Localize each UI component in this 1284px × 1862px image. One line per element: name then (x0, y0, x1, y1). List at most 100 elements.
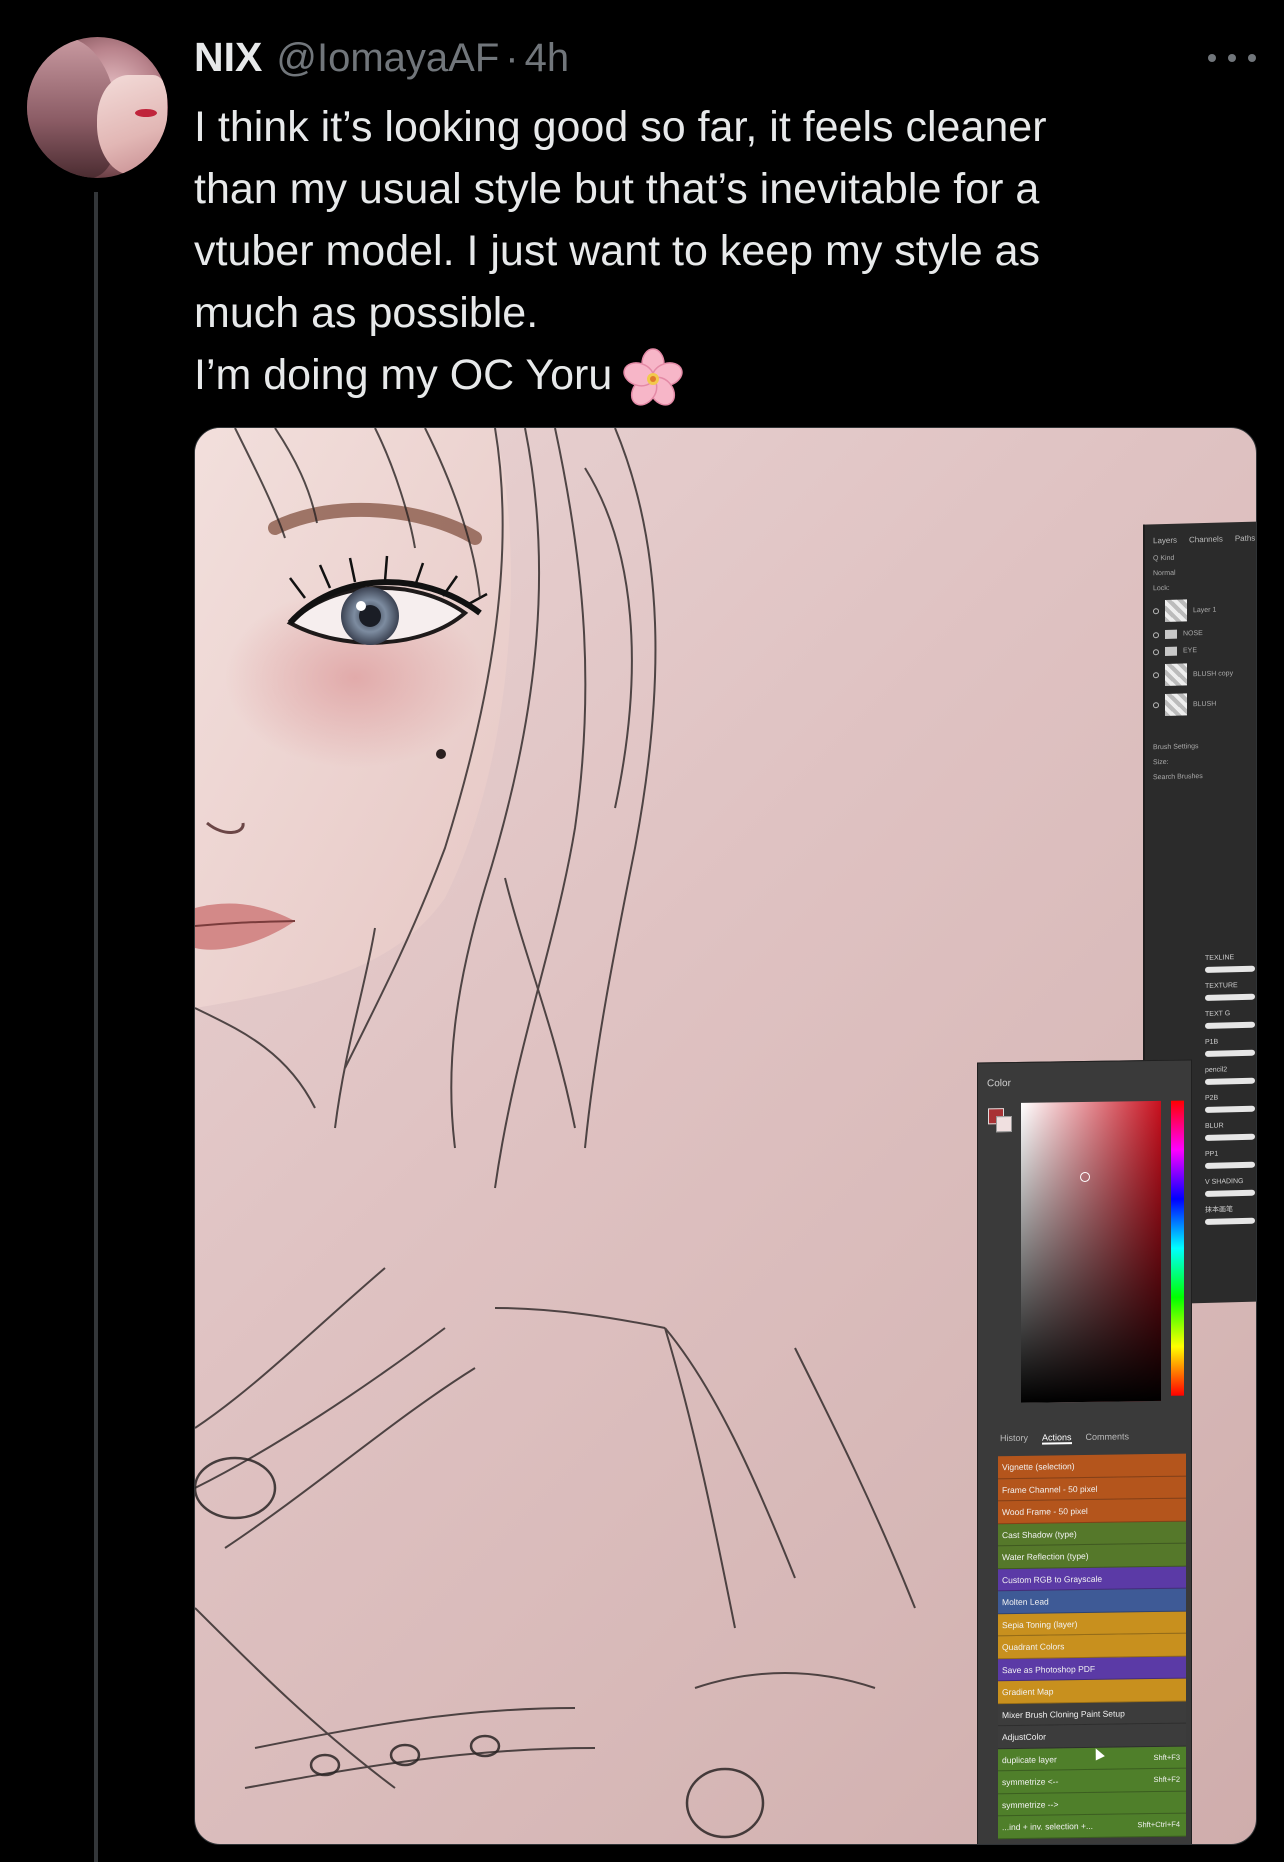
action-label: Vignette (selection) (1002, 1461, 1075, 1473)
separator-dot: · (505, 36, 519, 80)
mouse-cursor-icon (1091, 1746, 1105, 1760)
action-item[interactable]: Cast Shadow (type) (998, 1521, 1186, 1547)
action-label: ...ind + inv. selection +... (1002, 1820, 1094, 1833)
brush-stroke-preview (1205, 1105, 1255, 1113)
action-item[interactable]: Wood Frame - 50 pixel (998, 1498, 1186, 1524)
user-handle[interactable]: @IomayaAF (276, 36, 499, 81)
blend-mode-value: Normal (1153, 569, 1176, 578)
brush-item[interactable]: pencil2 (1205, 1063, 1256, 1093)
layers-tabs: Layers Channels Paths (1145, 521, 1256, 551)
layer-row[interactable]: BLUSH (1145, 687, 1256, 720)
action-item[interactable]: Mixer Brush Cloning Paint Setup (998, 1701, 1186, 1727)
action-shortcut: Shft+F2 (1153, 1774, 1180, 1785)
action-item[interactable]: Vignette (selection) (998, 1453, 1186, 1479)
layer-row[interactable]: BLUSH copy (1145, 657, 1256, 690)
tab-comments[interactable]: Comments (1086, 1431, 1130, 1444)
brush-item[interactable]: 抹本画笔 (1205, 1203, 1256, 1233)
tweet-text-line: much as possible. (194, 289, 539, 337)
action-label: symmetrize --> (1002, 1798, 1059, 1810)
tab-paths[interactable]: Paths (1235, 534, 1255, 544)
action-label: Frame Channel - 50 pixel (1002, 1483, 1098, 1495)
visibility-icon[interactable] (1153, 702, 1159, 709)
brush-settings-label: Brush Settings (1153, 743, 1199, 752)
tweet-text-line: than my usual style but that’s inevitabl… (194, 165, 1040, 213)
layer-name: BLUSH (1193, 700, 1217, 708)
brush-name: V SHADING (1205, 1177, 1244, 1186)
display-name[interactable]: NIX (194, 34, 262, 81)
brush-item[interactable]: P1B (1205, 1035, 1256, 1065)
cherry-blossom-icon (623, 347, 683, 406)
action-shortcut: Shft+F3 (1153, 1752, 1180, 1762)
brush-name: 抹本画笔 (1205, 1206, 1233, 1214)
brush-search-input[interactable]: Search Brushes (1145, 767, 1256, 785)
brush-item[interactable]: TEXTURE (1205, 979, 1256, 1009)
brush-name: TEXLINE (1205, 954, 1235, 962)
tab-channels[interactable]: Channels (1189, 534, 1223, 544)
action-item[interactable]: AdjustColor (998, 1723, 1186, 1749)
avatar-face (97, 75, 167, 175)
layer-name: NOSE (1183, 630, 1203, 638)
hue-slider[interactable] (1171, 1100, 1184, 1396)
tweet-header: NIX @IomayaAF · 4h (194, 34, 569, 84)
action-label: duplicate layer (1002, 1753, 1057, 1765)
tweet-text: I think it’s looking good so far, it fee… (194, 96, 1224, 409)
action-label: Quadrant Colors (1002, 1641, 1065, 1653)
actions-tabs: History Actions Comments (1000, 1431, 1129, 1445)
action-item[interactable]: Water Reflection (type) (998, 1543, 1186, 1569)
avatar[interactable] (27, 37, 168, 178)
more-options-icon[interactable] (1208, 38, 1256, 78)
avatar-lip (150, 169, 166, 174)
action-item[interactable]: Frame Channel - 50 pixel (998, 1476, 1186, 1502)
tab-actions[interactable]: Actions (1042, 1432, 1072, 1445)
action-item[interactable]: Gradient Map (998, 1678, 1186, 1704)
tab-history[interactable]: History (1000, 1433, 1028, 1445)
brush-stroke-preview (1205, 993, 1255, 1001)
visibility-icon[interactable] (1153, 672, 1159, 679)
brush-item[interactable]: TEXLINE (1205, 951, 1256, 981)
brush-stroke-preview (1205, 1021, 1255, 1029)
visibility-icon[interactable] (1153, 648, 1159, 655)
color-picker-field[interactable] (1021, 1100, 1161, 1403)
layer-thumbnail (1165, 693, 1187, 716)
tweet-text-line: vtuber model. I just want to keep my sty… (194, 227, 1041, 275)
brush-name: TEXT G (1205, 1010, 1231, 1018)
action-label: Gradient Map (1002, 1686, 1054, 1698)
action-label: Water Reflection (type) (1002, 1550, 1089, 1563)
brush-item[interactable]: BLUR (1205, 1119, 1256, 1149)
brush-item[interactable]: TEXT G (1205, 1007, 1256, 1037)
brush-stroke-preview (1205, 1077, 1255, 1085)
action-label: symmetrize <-- (1002, 1776, 1059, 1788)
tab-layers[interactable]: Layers (1153, 536, 1177, 546)
visibility-icon[interactable] (1153, 631, 1159, 638)
visibility-icon[interactable] (1153, 608, 1159, 615)
kind-label: Q Kind (1153, 554, 1175, 563)
brush-item[interactable]: V SHADING (1205, 1175, 1256, 1205)
brush-stroke-preview (1205, 1161, 1255, 1169)
action-item[interactable]: Sepia Toning (layer) (998, 1611, 1186, 1637)
action-item[interactable]: Custom RGB to Grayscale (998, 1566, 1186, 1592)
action-label: Wood Frame - 50 pixel (1002, 1505, 1088, 1518)
brush-item[interactable]: P2B (1205, 1091, 1256, 1121)
layer-row[interactable]: Layer 1 (1145, 593, 1256, 626)
action-item[interactable]: symmetrize <-- Shft+F2 (998, 1768, 1186, 1794)
background-color-swatch[interactable] (996, 1116, 1012, 1133)
layer-name: Layer 1 (1193, 606, 1217, 614)
tweet-media-image[interactable]: Layers Channels Paths Q Kind Normal Lock… (194, 427, 1257, 1845)
brush-item[interactable]: PP1 (1205, 1147, 1256, 1177)
action-label: Cast Shadow (type) (1002, 1528, 1077, 1540)
action-label: Save as Photoshop PDF (1002, 1663, 1096, 1675)
action-item[interactable]: Molten Lead (998, 1588, 1186, 1614)
action-item[interactable]: symmetrize --> (998, 1791, 1186, 1817)
action-label: Molten Lead (1002, 1596, 1049, 1608)
tweet[interactable]: NIX @IomayaAF · 4h I think it’s looking … (0, 0, 1284, 1862)
action-item[interactable]: ...ind + inv. selection +... Shft+Ctrl+F4 (998, 1813, 1186, 1839)
thread-line (94, 192, 98, 1862)
action-item[interactable]: Save as Photoshop PDF (998, 1656, 1186, 1682)
action-item[interactable]: duplicate layer Shft+F3 (998, 1746, 1186, 1772)
timestamp[interactable]: 4h (525, 36, 570, 81)
action-item[interactable]: Quadrant Colors (998, 1633, 1186, 1659)
action-label: Custom RGB to Grayscale (1002, 1573, 1103, 1585)
color-panel-title: Color (987, 1078, 1011, 1090)
size-label: Size: (1153, 758, 1169, 767)
folder-icon (1165, 646, 1177, 656)
